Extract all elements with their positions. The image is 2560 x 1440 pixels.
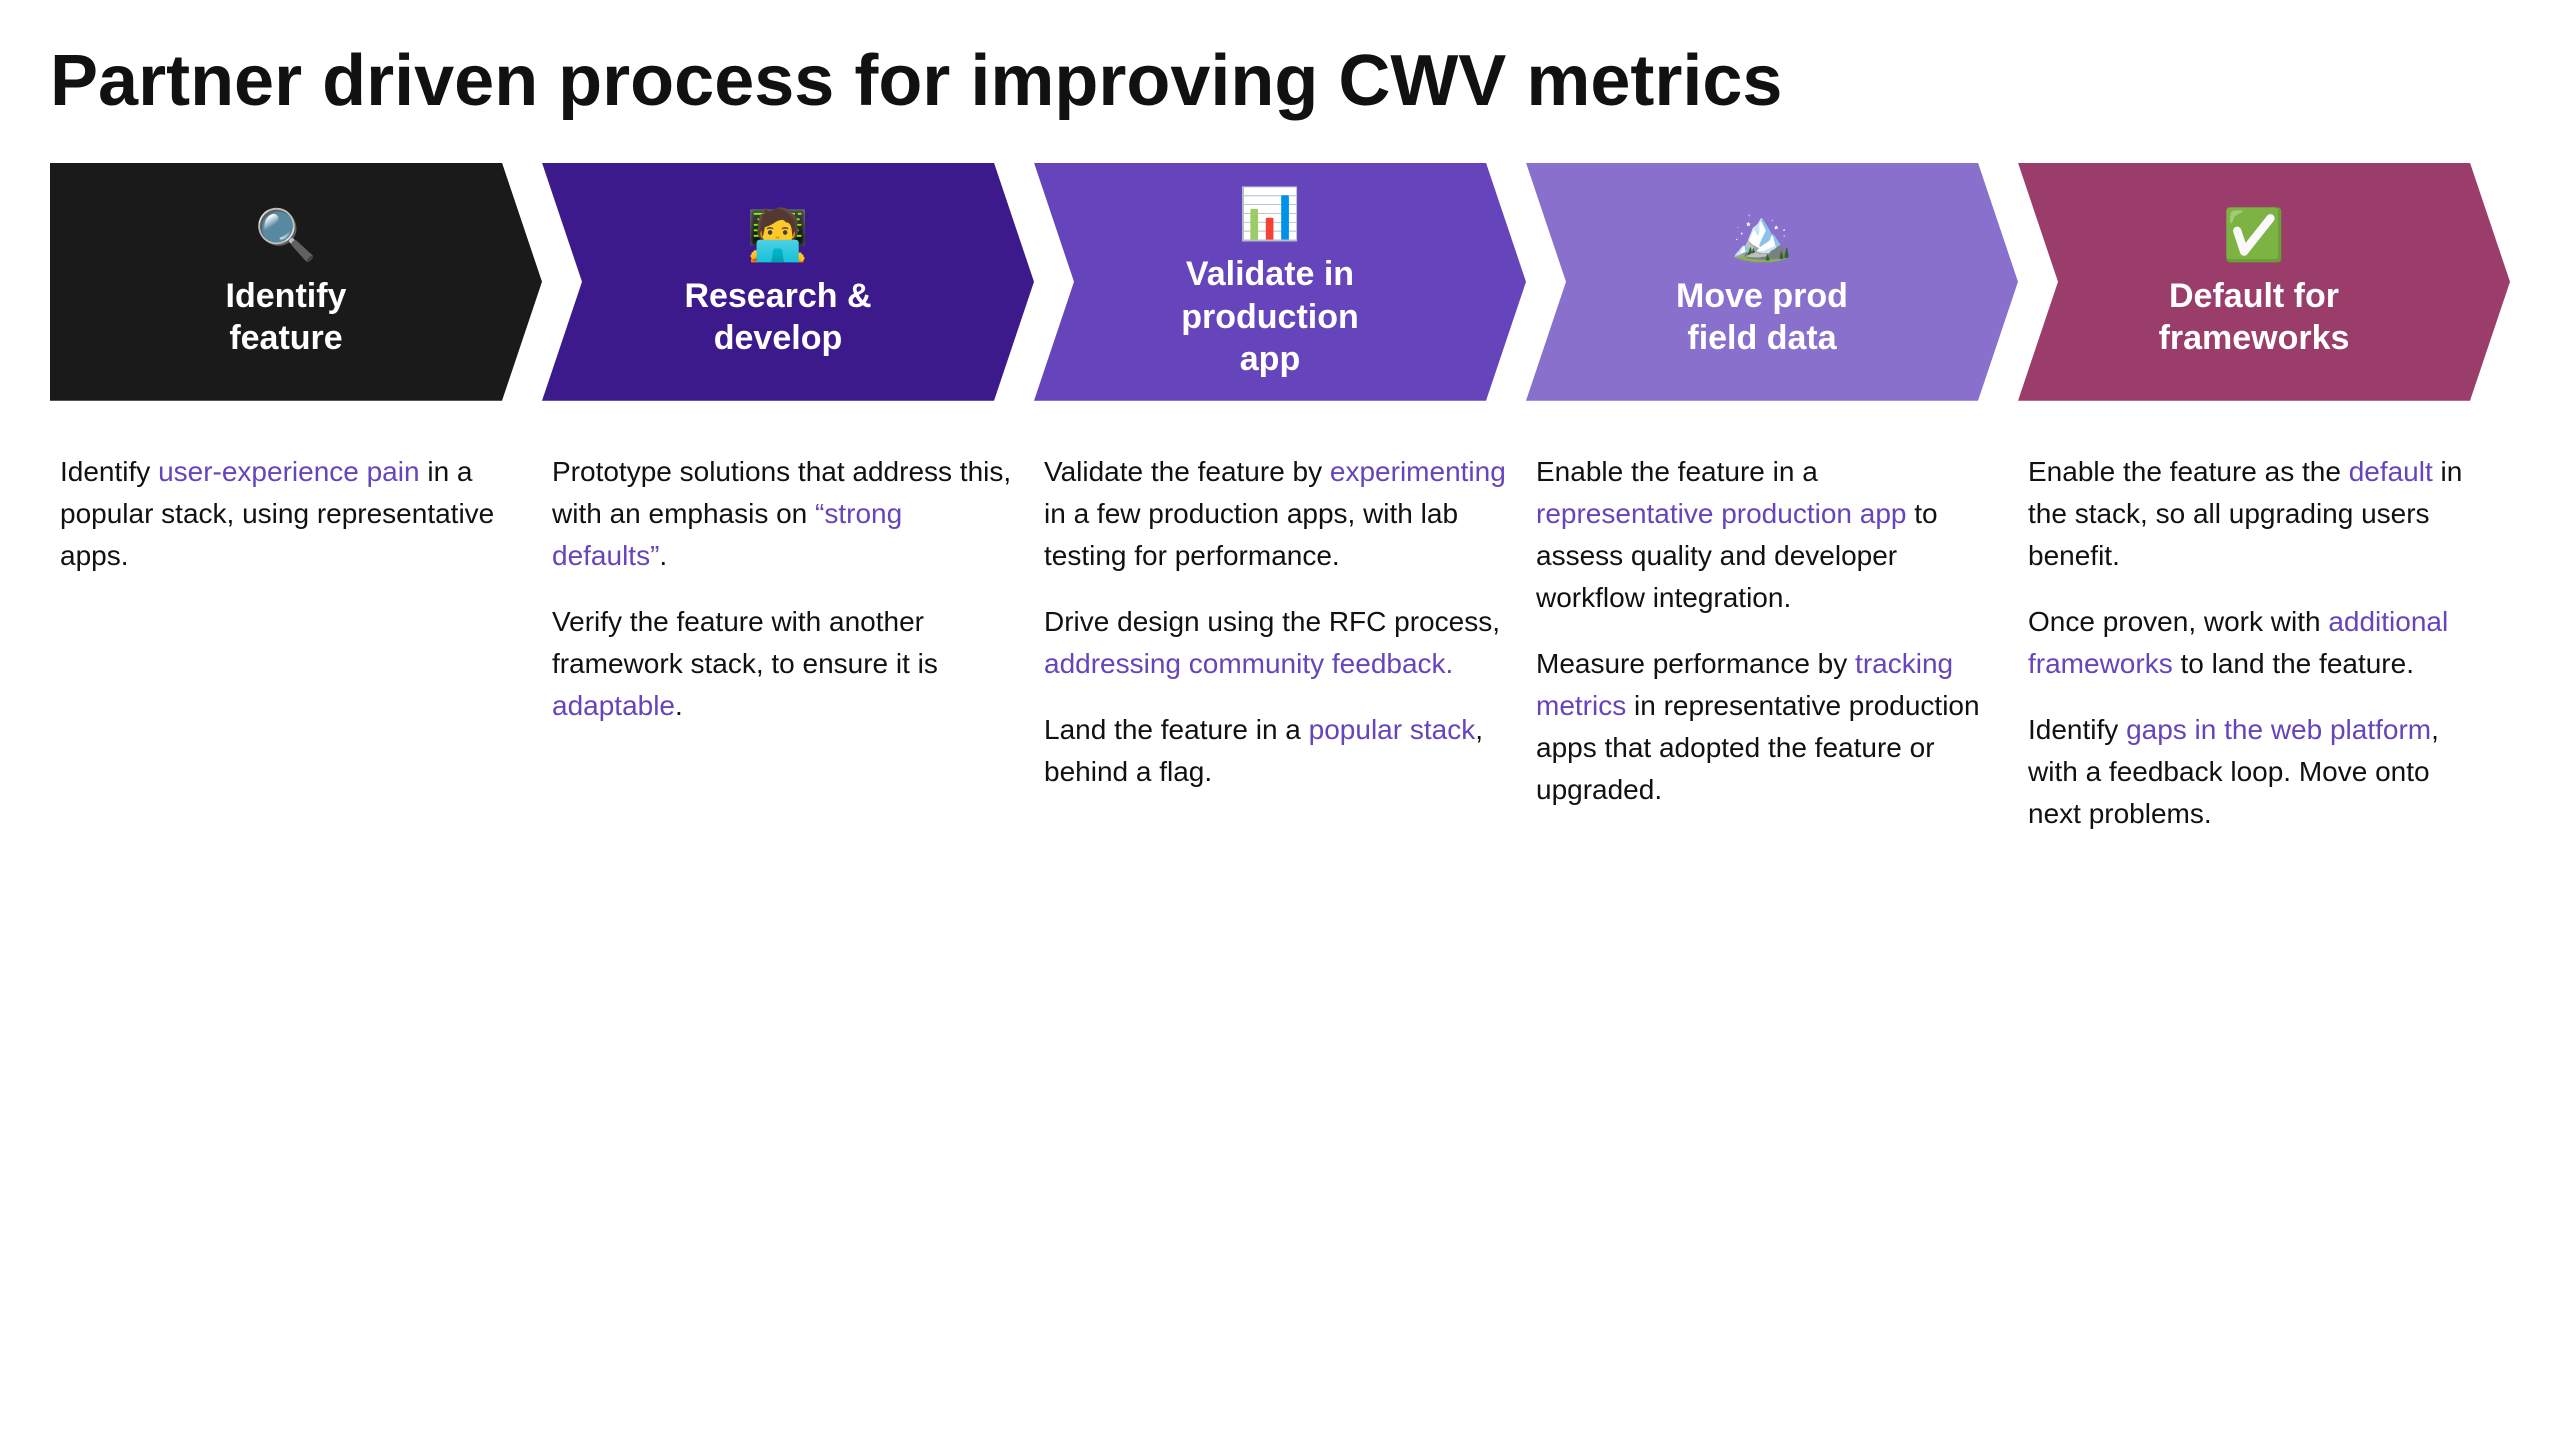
arrow-move: 🏔️ Move prod field data [1526,163,2018,401]
content-col-research: Prototype solutions that address this, w… [542,451,1034,835]
identify-label: Identify feature [226,275,347,360]
inline-link: tracking metrics [1536,648,1953,721]
content-paragraph: Identify user-experience pain in a popul… [60,451,522,577]
content-paragraph: Verify the feature with another framewor… [552,601,1014,727]
inline-link: gaps in the web platform [2126,714,2431,745]
content-paragraph: Land the feature in a popular stack, beh… [1044,709,1506,793]
validate-icon: 📊 [1239,183,1301,246]
inline-link: addressing community feedback. [1044,648,1453,679]
content-paragraph: Prototype solutions that address this, w… [552,451,1014,577]
content-row: Identify user-experience pain in a popul… [50,451,2510,835]
move-label: Move prod field data [1676,275,1848,360]
inline-link: “strong defaults” [552,498,902,571]
inline-link: user-experience pain [158,456,420,487]
content-paragraph: Measure performance by tracking metrics … [1536,643,1998,811]
arrow-validate: 📊 Validate in production app [1034,163,1526,401]
research-icon: 🧑‍💻 [747,204,809,267]
content-paragraph: Enable the feature as the default in the… [2028,451,2490,577]
inline-link: default [2349,456,2433,487]
default-label: Default for frameworks [2159,275,2350,360]
inline-link: experimenting [1330,456,1506,487]
content-col-move: Enable the feature in a representative p… [1526,451,2018,835]
page-title: Partner driven process for improving CWV… [50,40,2510,123]
content-paragraph: Enable the feature in a representative p… [1536,451,1998,619]
content-paragraph: Drive design using the RFC process, addr… [1044,601,1506,685]
inline-link: representative production app [1536,498,1906,529]
inline-link: adaptable [552,690,675,721]
content-col-identify: Identify user-experience pain in a popul… [50,451,542,835]
content-paragraph: Once proven, work with additional framew… [2028,601,2490,685]
identify-icon: 🔍 [255,204,317,267]
arrow-research: 🧑‍💻 Research & develop [542,163,1034,401]
default-icon: ✅ [2223,204,2285,267]
content-paragraph: Validate the feature by experimenting in… [1044,451,1506,577]
content-paragraph: Identify gaps in the web platform, with … [2028,709,2490,835]
arrows-row: 🔍 Identify feature 🧑‍💻 Research & develop 📊 V… [50,163,2510,401]
inline-link: popular stack [1309,714,1476,745]
inline-link: additional frameworks [2028,606,2448,679]
move-icon: 🏔️ [1731,204,1793,267]
content-col-default: Enable the feature as the default in the… [2018,451,2510,835]
content-col-validate: Validate the feature by experimenting in… [1034,451,1526,835]
validate-label: Validate in production app [1181,253,1359,381]
arrow-default: ✅ Default for frameworks [2018,163,2510,401]
research-label: Research & develop [684,275,871,360]
arrow-identify: 🔍 Identify feature [50,163,542,401]
